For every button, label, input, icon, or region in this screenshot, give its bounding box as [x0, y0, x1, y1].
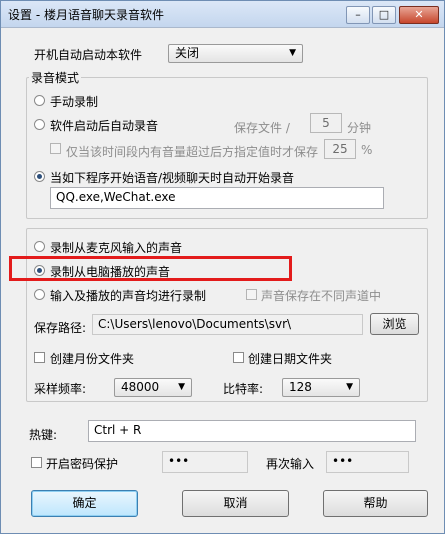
both-label: 输入及播放的声音均进行录制 [50, 289, 207, 303]
monthly-folder-checkbox[interactable] [34, 352, 45, 363]
auto-on-chat-radio[interactable] [34, 171, 45, 182]
auto-on-start-radio[interactable] [34, 119, 45, 130]
chevron-down-icon: ▼ [289, 48, 296, 58]
browse-button[interactable]: 浏览 [370, 313, 419, 335]
save-every-label: 保存文件 / [234, 121, 290, 135]
autostart-label: 开机自动启动本软件 [34, 48, 143, 62]
manual-record-label: 手动录制 [50, 95, 99, 109]
both-radio[interactable] [34, 289, 45, 300]
maximize-button[interactable]: □ [372, 6, 396, 24]
volume-unit: % [361, 143, 373, 157]
bitrate-value: 128 [289, 380, 312, 394]
path-label: 保存路径: [34, 321, 87, 335]
volume-threshold-input[interactable]: 25 [324, 139, 356, 159]
maximize-icon: □ [378, 8, 390, 21]
confirm-password-input[interactable]: ••• [326, 451, 409, 473]
auto-on-start-label: 软件启动后自动录音 [50, 119, 159, 133]
playback-label: 录制从电脑播放的声音 [50, 265, 171, 279]
password-input[interactable]: ••• [162, 451, 248, 473]
bitrate-select[interactable]: 128 ▼ [282, 378, 360, 397]
autostart-select[interactable]: 关闭 ▼ [168, 44, 303, 63]
playback-radio[interactable] [34, 265, 45, 276]
path-input[interactable]: C:\Users\lenovo\Documents\svr\ [92, 314, 363, 335]
sample-rate-value: 48000 [121, 380, 160, 394]
save-every-input[interactable]: 5 [310, 113, 342, 133]
cancel-button[interactable]: 取消 [182, 490, 289, 517]
auto-on-chat-label: 当如下程序开始语音/视频聊天时自动开始录音 [50, 171, 295, 185]
manual-record-radio[interactable] [34, 95, 45, 106]
daily-folder-label: 创建日期文件夹 [248, 352, 333, 366]
programs-input[interactable]: QQ.exe,WeChat.exe [50, 187, 384, 209]
password-checkbox[interactable] [31, 457, 42, 468]
minimize-icon: – [355, 8, 361, 21]
daily-folder-checkbox[interactable] [233, 352, 244, 363]
mic-label: 录制从麦克风输入的声音 [50, 241, 183, 255]
bitrate-label: 比特率: [223, 382, 264, 396]
record-mode-label: 录音模式 [29, 69, 82, 86]
confirm-password-label: 再次输入 [266, 457, 315, 471]
separate-channels-checkbox[interactable] [246, 289, 257, 300]
help-button[interactable]: 帮助 [323, 490, 428, 517]
chevron-down-icon: ▼ [346, 382, 353, 392]
window-title: 设置 - 楼月语音聊天录音软件 [8, 8, 164, 22]
monthly-folder-label: 创建月份文件夹 [50, 352, 135, 366]
password-label: 开启密码保护 [46, 457, 119, 471]
ok-button[interactable]: 确定 [31, 490, 138, 517]
autostart-value: 关闭 [175, 46, 200, 60]
separate-channels-label: 声音保存在不同声道中 [261, 289, 382, 303]
save-every-unit: 分钟 [347, 121, 372, 135]
close-icon: ✕ [414, 8, 424, 21]
hotkey-input[interactable]: Ctrl + R [88, 420, 416, 442]
minimize-button[interactable]: – [346, 6, 370, 24]
sample-rate-select[interactable]: 48000 ▼ [114, 378, 192, 397]
hotkey-label: 热键: [29, 428, 58, 442]
close-button[interactable]: ✕ [399, 6, 439, 24]
mic-radio[interactable] [34, 241, 45, 252]
sample-rate-label: 采样频率: [34, 382, 87, 396]
volume-check-label: 仅当该时间段内有音量超过后方指定值时才保存 [66, 145, 319, 159]
volume-check-checkbox[interactable] [50, 143, 61, 154]
settings-window: 设置 - 楼月语音聊天录音软件 – □ ✕ 开机自动启动本软件 关闭 ▼ 录音模… [0, 0, 445, 534]
chevron-down-icon: ▼ [178, 382, 185, 392]
title-bar: 设置 - 楼月语音聊天录音软件 – □ ✕ [1, 1, 444, 28]
